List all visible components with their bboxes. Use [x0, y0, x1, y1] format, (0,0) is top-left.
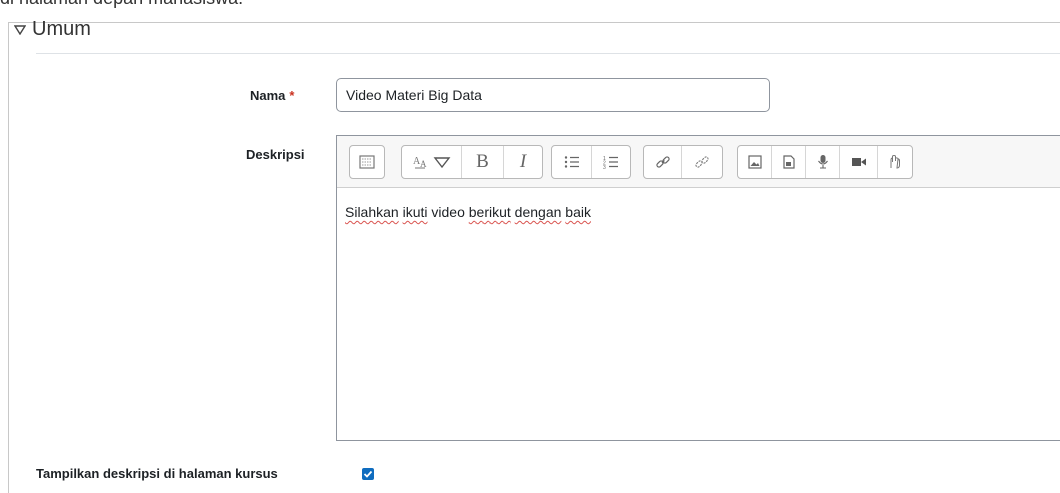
- section-divider: [36, 53, 1060, 54]
- toolbar-group-1: [349, 145, 385, 179]
- name-label-text: Nama: [250, 88, 286, 103]
- toolbar-group-5: [737, 145, 913, 179]
- word-berikut: berikut: [468, 204, 511, 220]
- ordered-list-icon[interactable]: 123: [592, 146, 630, 178]
- toolbar-toggle-icon[interactable]: [350, 146, 384, 178]
- section-header[interactable]: Umum: [13, 18, 91, 41]
- word-baik: baik: [565, 204, 591, 220]
- description-label: Deskripsi: [246, 147, 305, 162]
- show-description-label: Tampilkan deskripsi di halaman kursus: [36, 466, 278, 481]
- toolbar-group-2: AA B I: [401, 145, 543, 179]
- word-dengan: dengan: [514, 204, 562, 220]
- italic-icon[interactable]: I: [504, 146, 542, 178]
- top-cut-text: di halaman depan mahasiswa.: [0, 0, 243, 9]
- required-icon: *: [289, 88, 295, 103]
- editor-toolbar: AA B I 123: [337, 136, 1060, 188]
- collapse-triangle-icon[interactable]: [13, 22, 27, 38]
- unordered-list-icon[interactable]: [552, 146, 592, 178]
- word-video: video: [431, 204, 465, 220]
- toolbar-group-4: [643, 145, 723, 179]
- manage-files-icon[interactable]: [878, 146, 912, 178]
- link-icon[interactable]: [644, 146, 682, 178]
- toolbar-group-3: 123: [551, 145, 631, 179]
- editor-content[interactable]: Silahkan ikuti video berikut dengan baik: [337, 188, 1060, 236]
- section-title[interactable]: Umum: [32, 18, 91, 41]
- word-silahkan: Silahkan: [345, 204, 399, 220]
- unlink-icon[interactable]: [682, 146, 722, 178]
- name-input[interactable]: [336, 78, 770, 112]
- media-icon[interactable]: [772, 146, 806, 178]
- record-video-icon[interactable]: [840, 146, 878, 178]
- image-icon[interactable]: [738, 146, 772, 178]
- name-label: Nama *: [250, 88, 294, 103]
- svg-text:3: 3: [603, 165, 606, 169]
- font-style-icon[interactable]: AA: [402, 146, 462, 178]
- record-audio-icon[interactable]: [806, 146, 840, 178]
- description-editor[interactable]: AA B I 123 Silahkan ikuti video berikut …: [336, 135, 1060, 441]
- show-description-checkbox[interactable]: [362, 468, 374, 480]
- bold-icon[interactable]: B: [462, 146, 504, 178]
- word-ikuti: ikuti: [402, 204, 428, 220]
